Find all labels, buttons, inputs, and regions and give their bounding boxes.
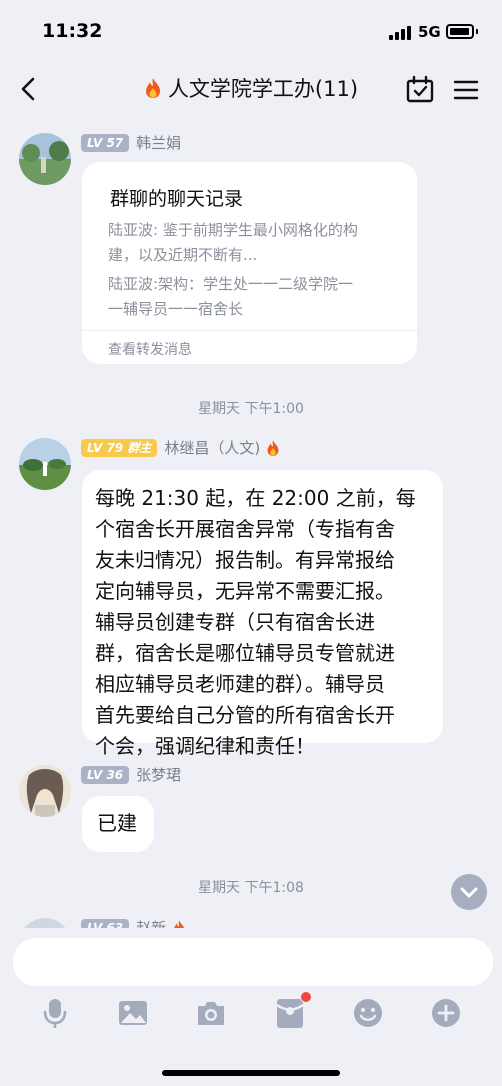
avatar[interactable] (19, 918, 71, 928)
camera-icon[interactable] (194, 996, 228, 1030)
message-bubble[interactable]: 已建 (82, 796, 154, 852)
chevron-down-icon (460, 887, 478, 898)
avatar[interactable] (19, 438, 71, 490)
battery-icon (446, 24, 474, 39)
group-title: 人文学院学工办(11) (167, 77, 359, 101)
avatar[interactable] (19, 133, 71, 185)
message-input[interactable] (13, 938, 493, 986)
input-area (0, 928, 502, 1086)
calendar-check-button[interactable] (404, 74, 436, 106)
nav-bar: 人文学院学工办(11) (0, 60, 502, 118)
forward-line: 陆亚波: 鉴于前期学生最小网格化的构 (108, 221, 358, 239)
sender-name[interactable]: 赵新 (136, 917, 166, 928)
forwarded-chat-card[interactable]: 群聊的聊天记录 陆亚波: 鉴于前期学生最小网格化的构 建，以及近期不断有... … (82, 162, 417, 364)
notification-dot (300, 991, 312, 1003)
image-icon[interactable] (116, 996, 150, 1030)
plus-icon[interactable] (429, 996, 463, 1030)
fire-icon (174, 919, 185, 928)
level-badge: LV 36 (81, 765, 130, 784)
sender-name[interactable]: 韩兰娟 (136, 132, 181, 153)
fire-icon (267, 439, 279, 456)
forward-footer[interactable]: 查看转发消息 (82, 330, 417, 365)
chat-message-list[interactable]: LV 57 韩兰娟 群聊的聊天记录 陆亚波: 鉴于前期学生最小网格化的构 建，以及… (0, 118, 502, 928)
status-bar: 11:32 5G (0, 0, 502, 60)
menu-button[interactable] (450, 74, 482, 106)
message-text: 已建 (97, 811, 137, 835)
sender-line: LV 57 韩兰娟 (81, 132, 181, 154)
forward-line: 一辅导员一一宿舍长 (108, 300, 244, 318)
level-badge: LV 79 群主 (81, 438, 158, 457)
sender-line: LV 63 赵新 (81, 917, 186, 928)
battery-tip (476, 29, 478, 34)
sender-line: LV 36 张梦珺 (81, 764, 181, 786)
forward-line: 陆亚波:架构：学生处一一二级学院一 (108, 275, 354, 293)
microphone-icon[interactable] (38, 996, 72, 1030)
emoji-icon[interactable] (351, 996, 385, 1030)
group-owner-badge: 群主 (127, 440, 152, 455)
level-badge: LV 63 (81, 918, 130, 928)
level-badge: LV 57 (81, 133, 130, 152)
sender-line: LV 79 群主 林继昌（人文) (81, 437, 280, 459)
network-type: 5G (418, 23, 441, 41)
status-time: 11:32 (42, 20, 103, 42)
view-forwarded-link[interactable]: 查看转发消息 (108, 339, 192, 359)
time-divider: 星期天 下午1:08 (198, 880, 304, 896)
message-bubble[interactable]: 每晚 21:30 起，在 22:00 之前，每 个宿舍长开展宿舍异常（专指有舍 … (82, 470, 443, 758)
fire-icon (145, 78, 160, 98)
sender-name[interactable]: 林继昌（人文) (164, 437, 260, 458)
message-text: 每晚 21:30 起，在 22:00 之前，每 个宿舍长开展宿舍异常（专指有舍 … (95, 486, 416, 758)
sender-name[interactable]: 张梦珺 (136, 764, 181, 785)
avatar[interactable] (19, 765, 71, 817)
time-divider: 星期天 下午1:00 (198, 401, 304, 417)
scroll-to-bottom-button[interactable] (451, 874, 487, 910)
forward-title: 群聊的聊天记录 (110, 188, 244, 210)
back-button[interactable] (14, 72, 46, 106)
nav-title: 人文学院学工办(11) (120, 73, 382, 103)
home-indicator (162, 1070, 340, 1076)
signal-icon (389, 26, 411, 40)
forward-line: 建，以及近期不断有... (108, 246, 258, 264)
